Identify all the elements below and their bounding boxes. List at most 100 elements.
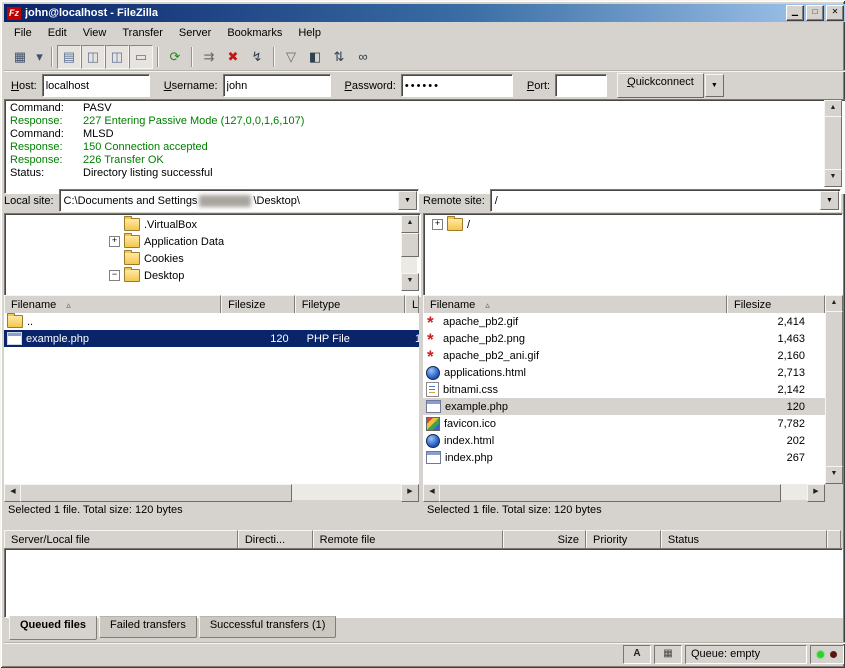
folder-icon <box>7 315 23 328</box>
port-input[interactable] <box>555 74 607 97</box>
local-site-combobox[interactable]: C:\Documents and Settings\Desktop\ ▼ <box>59 189 419 212</box>
scroll-down-icon[interactable]: ▼ <box>824 169 842 187</box>
quickconnect-button[interactable]: Quickconnect <box>617 73 704 98</box>
tree-item[interactable]: +Application Data <box>5 233 420 250</box>
column-filesize[interactable]: Filesize <box>727 295 825 315</box>
queue-tabs: Queued files Failed transfers Successful… <box>4 616 845 637</box>
host-input[interactable] <box>42 74 150 97</box>
tree-item[interactable]: .VirtualBox <box>5 216 420 233</box>
tab-successful-transfers[interactable]: Successful transfers (1) <box>199 616 337 638</box>
local-tree-icon: ◫ <box>87 50 99 63</box>
process-queue-icon: ⇉ <box>204 50 215 63</box>
tab-failed-transfers[interactable]: Failed transfers <box>99 616 197 638</box>
menu-edit[interactable]: Edit <box>40 24 75 42</box>
tree-item[interactable]: Cookies <box>5 250 420 267</box>
refresh-icon: ⟳ <box>170 50 181 63</box>
file-row-selected[interactable]: example.php 120 PHP File 1 <box>4 330 419 347</box>
column-lastmodified[interactable]: L <box>405 295 419 315</box>
column-remote-file[interactable]: Remote file <box>313 530 504 550</box>
column-filesize[interactable]: Filesize <box>221 295 295 315</box>
toggle-local-tree-button[interactable]: ◫ <box>81 45 105 69</box>
remote-list-hscrollbar[interactable]: ◀ ▶ <box>423 484 825 500</box>
local-tree-scrollbar[interactable]: ▲ ▼ <box>401 215 417 291</box>
scroll-thumb[interactable] <box>824 116 842 173</box>
local-list-hscrollbar[interactable]: ◀ ▶ <box>4 484 419 500</box>
compare-button[interactable]: ◧ <box>303 45 327 69</box>
combo-arrow-icon: ▼ <box>404 197 411 204</box>
menu-transfer[interactable]: Transfer <box>114 24 171 42</box>
column-direction[interactable]: Directi... <box>238 530 313 550</box>
column-filename[interactable]: Filename▵ <box>423 295 727 315</box>
toggle-message-log-button[interactable]: ▤ <box>57 45 81 69</box>
toolbar-separator <box>273 47 275 67</box>
remote-list-scrollbar[interactable]: ▲ ▼ <box>825 295 841 484</box>
remote-site-combobox[interactable]: / ▼ <box>490 189 841 212</box>
column-size[interactable]: Size <box>503 530 586 550</box>
toggle-queue-button[interactable]: ▭ <box>129 45 153 69</box>
menu-bookmarks[interactable]: Bookmarks <box>219 24 290 42</box>
site-manager-button[interactable]: ▦ <box>8 45 32 69</box>
username-input[interactable] <box>223 74 331 97</box>
local-file-list: .. example.php 120 PHP File 1 <box>4 313 419 484</box>
remote-site-dropdown-button[interactable]: ▼ <box>820 191 839 210</box>
expander-icon[interactable]: − <box>109 270 120 281</box>
local-site-dropdown-button[interactable]: ▼ <box>398 191 417 210</box>
filter-button[interactable]: ▽ <box>279 45 303 69</box>
queue-list[interactable] <box>4 548 843 618</box>
tree-item[interactable]: −Desktop <box>5 267 420 284</box>
scrollbar-corner <box>825 484 841 500</box>
scroll-down-icon[interactable]: ▼ <box>825 466 843 484</box>
disconnect-icon: ↯ <box>252 50 263 63</box>
sort-asc-icon: ▵ <box>485 300 490 311</box>
file-row[interactable]: apache_pb2_ani.gif2,160 <box>423 347 825 364</box>
expander-icon[interactable]: + <box>432 219 443 230</box>
menu-file[interactable]: File <box>6 24 40 42</box>
file-row[interactable]: index.php267 <box>423 449 825 466</box>
site-manager-icon: ▦ <box>14 50 26 63</box>
file-row[interactable]: bitnami.css2,142 <box>423 381 825 398</box>
folder-icon <box>124 235 140 248</box>
menu-server[interactable]: Server <box>171 24 219 42</box>
process-queue-button[interactable]: ⇉ <box>197 45 221 69</box>
column-filename[interactable]: Filename▵ <box>4 295 221 315</box>
transfer-type-icon: A <box>633 649 640 659</box>
site-manager-dropdown-button[interactable]: ▾ <box>32 45 47 69</box>
apache-file-icon <box>426 332 439 345</box>
file-row-selected[interactable]: example.php120 <box>423 398 825 415</box>
file-row[interactable]: .. <box>4 313 419 330</box>
column-filetype[interactable]: Filetype <box>295 295 405 315</box>
scroll-thumb[interactable] <box>401 233 419 257</box>
disconnect-button[interactable]: ↯ <box>245 45 269 69</box>
password-input[interactable] <box>401 74 513 97</box>
refresh-button[interactable]: ⟳ <box>163 45 187 69</box>
scroll-thumb[interactable] <box>825 311 843 468</box>
file-row[interactable]: applications.html2,713 <box>423 364 825 381</box>
scroll-down-icon[interactable]: ▼ <box>401 273 419 291</box>
expander-icon[interactable]: + <box>109 236 120 247</box>
cancel-button[interactable]: ✖ <box>221 45 245 69</box>
log-scrollbar[interactable]: ▲ ▼ <box>824 100 840 187</box>
file-row[interactable]: favicon.ico7,782 <box>423 415 825 432</box>
close-button[interactable]: ✕ <box>826 5 844 21</box>
filezilla-logo-icon: Fz <box>7 7 21 20</box>
file-row[interactable]: apache_pb2.png1,463 <box>423 330 825 347</box>
sync-browse-icon: ⇅ <box>334 50 345 63</box>
username-label: Username: <box>164 80 218 92</box>
sync-browse-button[interactable]: ⇅ <box>327 45 351 69</box>
menu-help[interactable]: Help <box>290 24 329 42</box>
tree-item[interactable]: +/ <box>424 216 842 233</box>
find-button[interactable]: ∞ <box>351 45 375 69</box>
minimize-button[interactable]: ▁ <box>786 5 804 21</box>
maximize-button[interactable]: □ <box>806 5 824 21</box>
tab-queued-files[interactable]: Queued files <box>9 616 97 640</box>
column-priority[interactable]: Priority <box>586 530 661 550</box>
file-row[interactable]: apache_pb2.gif2,414 <box>423 313 825 330</box>
column-server-local-file[interactable]: Server/Local file <box>4 530 238 550</box>
scroll-up-icon[interactable]: ▲ <box>401 215 419 233</box>
menu-view[interactable]: View <box>75 24 115 42</box>
file-row[interactable]: index.html202 <box>423 432 825 449</box>
quickconnect-dropdown-button[interactable]: ▼ <box>705 74 724 97</box>
column-status[interactable]: Status <box>661 530 827 550</box>
toggle-remote-tree-button[interactable]: ◫ <box>105 45 129 69</box>
transfer-type-indicator: A <box>623 645 651 664</box>
